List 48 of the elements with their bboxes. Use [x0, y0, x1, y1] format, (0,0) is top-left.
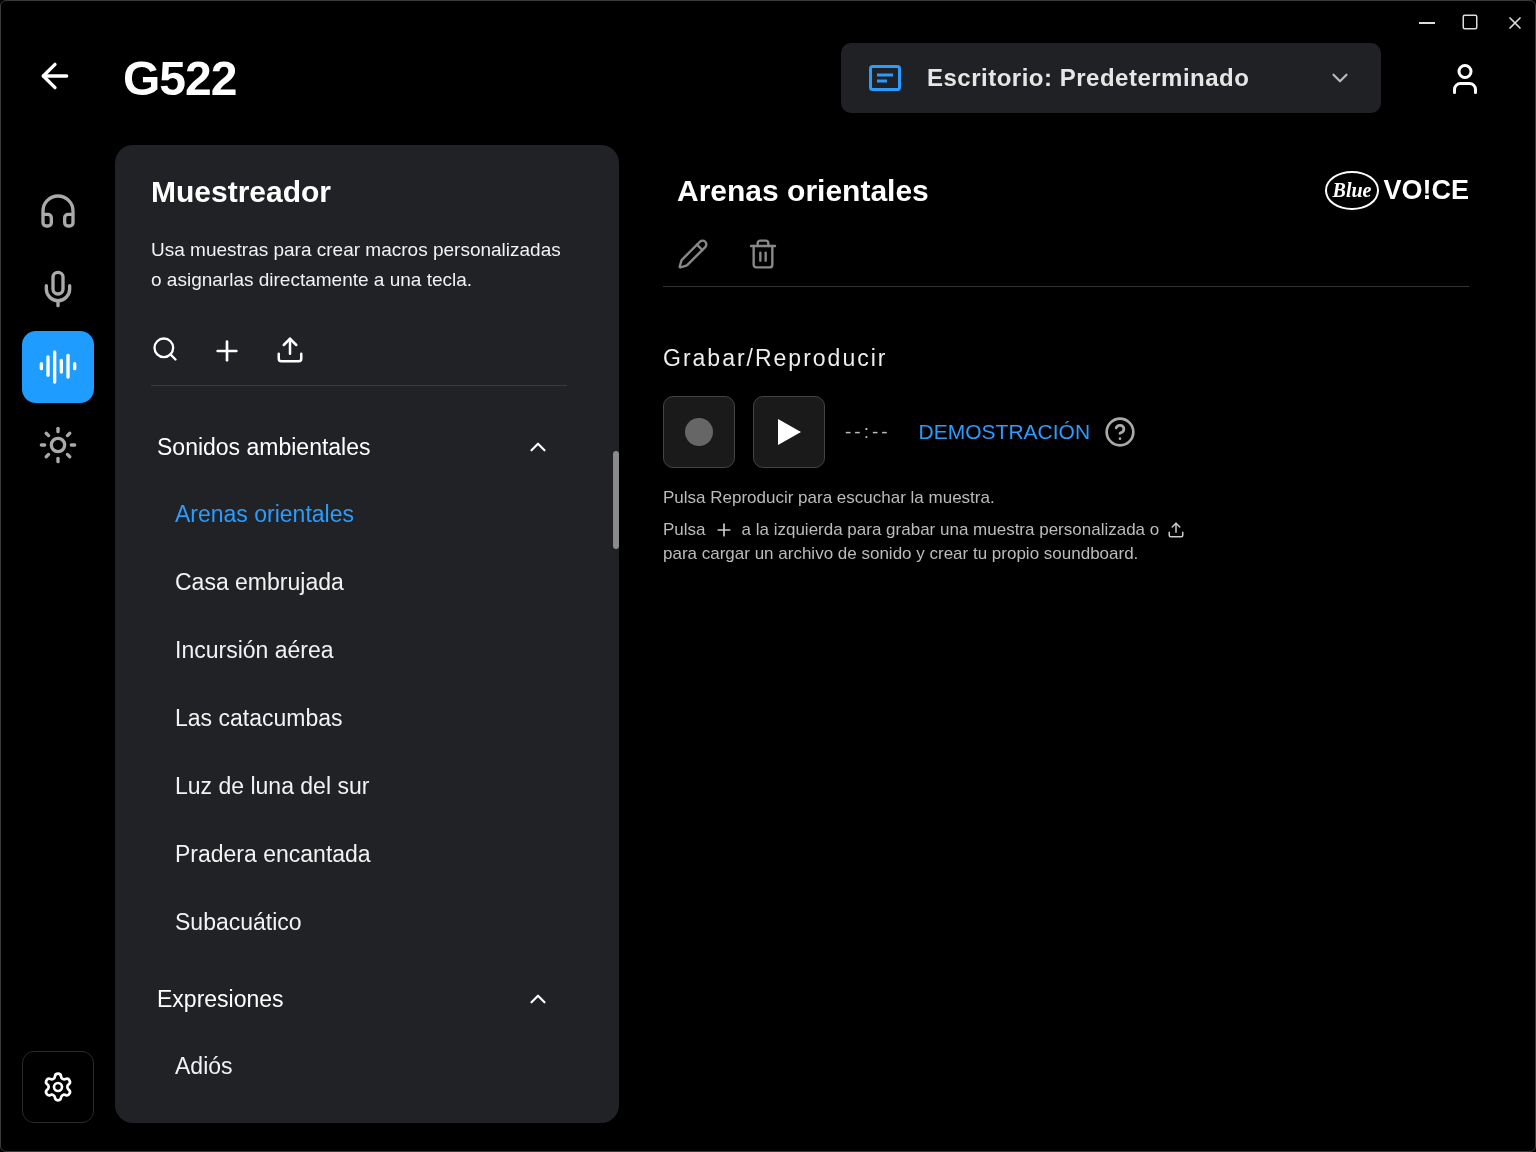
upload-icon	[275, 335, 305, 365]
delete-button[interactable]	[747, 238, 779, 270]
sun-icon	[38, 425, 78, 465]
profile-icon	[869, 65, 901, 91]
demo-link[interactable]: DEMOSTRACIÓN	[918, 420, 1091, 444]
sample-item[interactable]: Arenas orientales	[151, 480, 354, 548]
profile-dropdown[interactable]: Escritorio: Predeterminado	[841, 43, 1381, 113]
maximize-button[interactable]	[1461, 13, 1479, 33]
settings-button[interactable]	[22, 1051, 94, 1123]
help-icon	[1104, 416, 1137, 448]
sample-item[interactable]: Incursión aérea	[151, 616, 334, 684]
time-readout: --:--	[845, 421, 891, 443]
sample-item[interactable]: Subacuático	[151, 888, 302, 956]
category-header[interactable]: Sonidos ambientales	[151, 414, 551, 480]
edit-button[interactable]	[677, 238, 709, 270]
upload-icon	[1167, 521, 1186, 539]
hint-text: Pulsa	[663, 519, 706, 541]
hint-text: a la izquierda para grabar una muestra personalizada o	[741, 519, 1160, 541]
record-button[interactable]	[663, 396, 735, 468]
maximize-icon	[1461, 13, 1479, 31]
sample-item[interactable]: Luz de luna del sur	[151, 752, 370, 820]
logo-text: Blue	[1324, 171, 1380, 210]
sample-item[interactable]: Casa embrujada	[151, 548, 344, 616]
panel-description: Usa muestras para crear macros personalizadas o asignarlas directamente a una tecla.	[151, 238, 561, 292]
sample-item[interactable]: Adiós	[151, 1032, 233, 1100]
trash-icon	[747, 238, 779, 270]
play-icon	[776, 418, 802, 446]
sample-item[interactable]: Pradera encantada	[151, 820, 371, 888]
waveform-icon	[38, 347, 78, 387]
settings-icon	[42, 1071, 74, 1103]
minimize-icon	[1419, 22, 1435, 24]
help-button[interactable]	[1104, 416, 1137, 448]
pencil-icon	[677, 238, 709, 270]
sample-item[interactable]: Las catacumbas	[151, 684, 343, 752]
play-button[interactable]	[753, 396, 825, 468]
nav-button[interactable]	[22, 331, 94, 403]
scrollbar[interactable]	[613, 451, 619, 549]
hint-text: para cargar un archivo de sonido y crear tu propio soundboard.	[663, 543, 1139, 565]
sample-title: Arenas orientales	[676, 173, 929, 208]
panel-title: Muestreador	[151, 175, 333, 209]
category-header[interactable]: Expresiones	[151, 966, 551, 1032]
record-dot-icon	[685, 418, 713, 446]
logo-text: VO!CE	[1383, 175, 1469, 206]
search-icon	[151, 335, 179, 363]
hint-text: Pulsa Reproducir para escuchar la muestra.	[663, 488, 996, 508]
section-title: Grabar/Reproducir	[663, 345, 889, 372]
device-title: G522	[123, 50, 237, 106]
headphones-icon	[38, 191, 78, 231]
